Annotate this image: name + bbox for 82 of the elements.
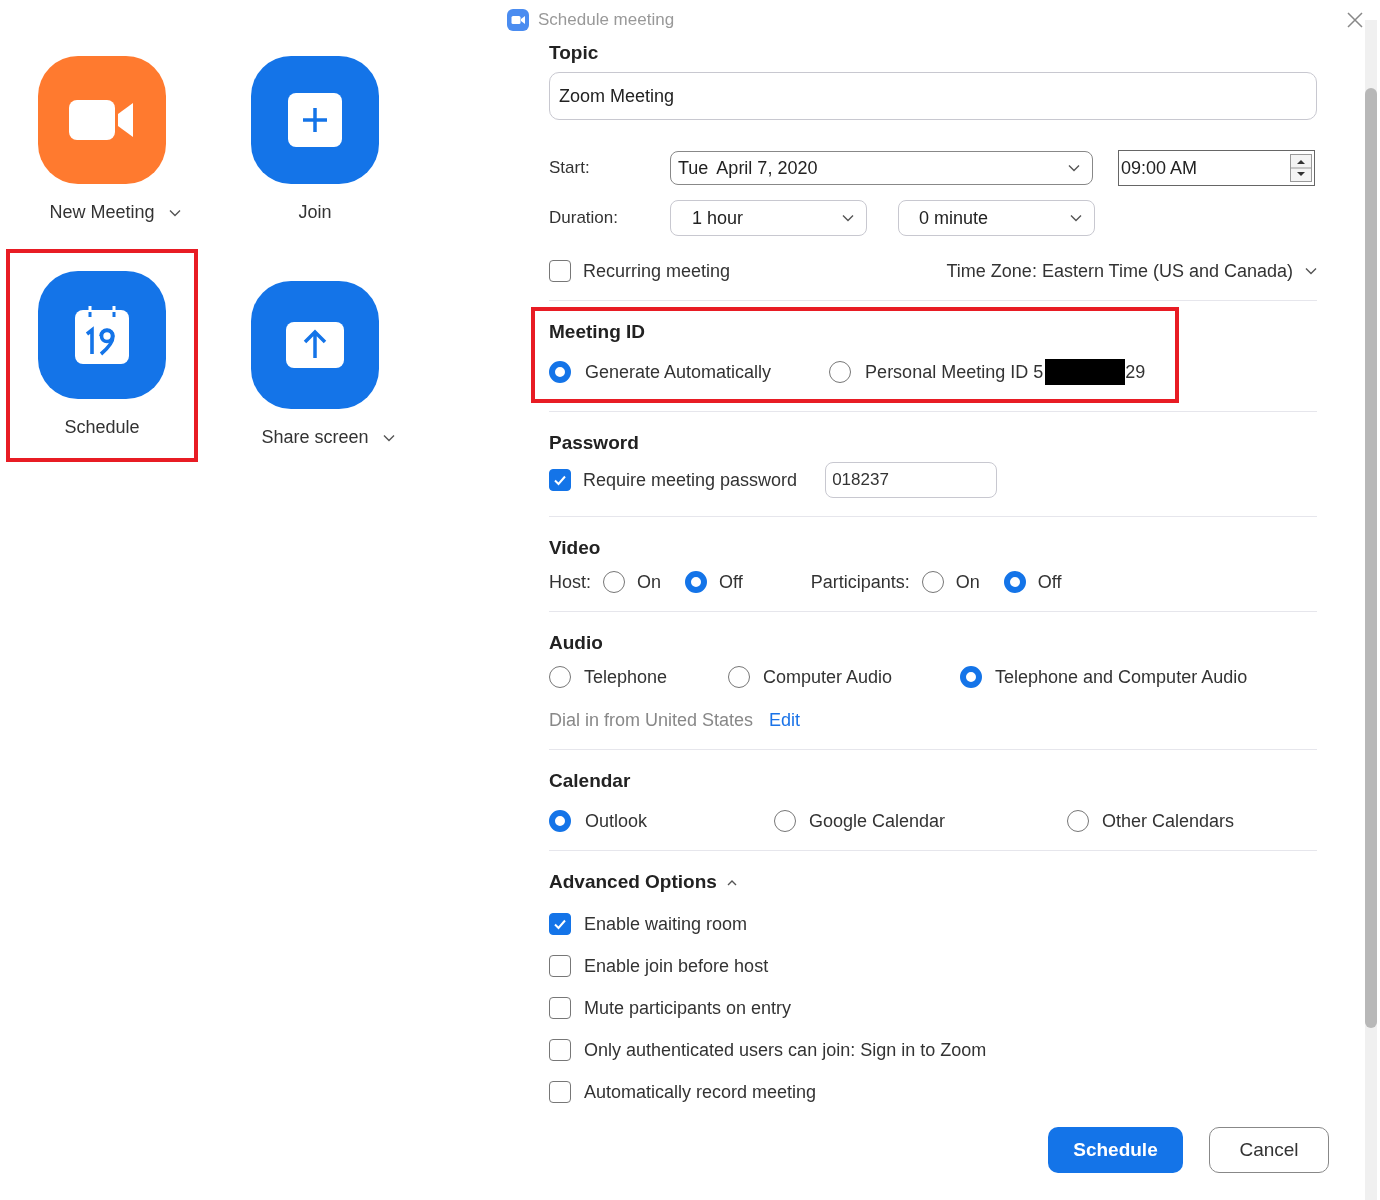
scrollbar[interactable]: [1365, 20, 1377, 1200]
section-title: Meeting ID: [549, 321, 647, 343]
tile-label: New Meeting: [49, 202, 155, 223]
dial-in-text: Dial in from United States: [549, 710, 754, 731]
radio-button[interactable]: [1003, 571, 1026, 593]
radio-button[interactable]: [1067, 810, 1089, 832]
radio-label: Personal Meeting ID 5: [865, 361, 1044, 383]
hours-dropdown[interactable]: 1 hour: [670, 200, 867, 236]
password-field[interactable]: 018237: [825, 462, 998, 498]
radio-label: Generate Automatically: [585, 361, 772, 383]
field-label: Start:: [549, 158, 591, 178]
schedule-button[interactable]: [38, 271, 166, 399]
camera-icon: [507, 9, 529, 31]
field-label: Host:: [549, 571, 591, 593]
field-label: Participants:: [810, 571, 910, 593]
chevron-down-icon: [1070, 214, 1082, 222]
time-zone-dropdown[interactable]: Time Zone: Eastern Time (US and Canada): [946, 260, 1293, 282]
radio-button[interactable]: [603, 571, 625, 593]
checkbox[interactable]: [549, 469, 571, 491]
topic-field[interactable]: Zoom Meeting: [549, 72, 1317, 120]
chevron-down-icon: [842, 214, 854, 222]
radio-label: Off: [719, 571, 743, 593]
schedule-button[interactable]: Schedule: [1048, 1127, 1183, 1173]
join-button[interactable]: [251, 56, 379, 184]
tile-label: Join: [298, 202, 332, 223]
radio-button[interactable]: [921, 571, 944, 593]
radio-label: Computer Audio: [763, 666, 893, 688]
cancel-button[interactable]: Cancel: [1209, 1127, 1329, 1173]
checkbox-label: Mute participants on entry: [584, 997, 792, 1019]
checkbox[interactable]: [549, 1081, 571, 1103]
radio-button[interactable]: [728, 666, 750, 688]
minutes-dropdown[interactable]: 0 minute: [898, 200, 1095, 236]
radio-label: 29: [1125, 361, 1146, 383]
radio-label: Telephone: [584, 666, 668, 688]
video-camera-icon: [69, 100, 135, 140]
checkbox-label: Only authenticated users can join: Sign in to Zoom: [584, 1039, 987, 1061]
section-title: Password: [549, 432, 640, 454]
radio-label: Off: [1037, 571, 1062, 593]
share-screen-button[interactable]: [251, 281, 379, 409]
checkbox-label: Automatically record meeting: [584, 1081, 817, 1103]
calendar-icon: [75, 306, 129, 364]
window-title: Schedule meeting: [538, 10, 675, 30]
checkbox-label: Recurring meeting: [583, 260, 731, 282]
section-title: Topic: [549, 42, 600, 64]
radio-button[interactable]: [549, 666, 571, 688]
tile-label: Schedule: [64, 417, 140, 438]
section-title: Calendar: [549, 770, 632, 792]
radio-button[interactable]: [549, 810, 571, 832]
checkbox[interactable]: [549, 955, 571, 977]
tile-label: Share screen: [261, 427, 369, 448]
checkbox[interactable]: [549, 997, 571, 1019]
checkbox-label: Enable join before host: [584, 955, 769, 977]
checkbox-label: Require meeting password: [583, 469, 798, 491]
radio-label: On: [955, 571, 980, 593]
chevron-down-icon: [1068, 164, 1080, 172]
checkbox[interactable]: [549, 260, 571, 282]
plus-icon: [288, 93, 342, 147]
radio-label: Other Calendars: [1102, 810, 1235, 832]
chevron-down-icon: [1305, 267, 1317, 275]
new-meeting-button[interactable]: [38, 56, 166, 184]
chevron-up-icon[interactable]: [726, 878, 737, 886]
field-label: Duration:: [549, 208, 619, 228]
checkbox[interactable]: [549, 1039, 571, 1061]
radio-label: Outlook: [585, 810, 648, 832]
date-dropdown[interactable]: Tue April 7, 2020: [670, 151, 1093, 185]
radio-label: Google Calendar: [809, 810, 946, 832]
radio-button[interactable]: [960, 666, 982, 688]
time-field[interactable]: 09:00 AM: [1118, 150, 1315, 186]
section-title: Audio: [549, 632, 604, 654]
radio-label: On: [637, 571, 662, 593]
radio-label: Telephone and Computer Audio: [995, 666, 1248, 688]
checkbox-label: Enable waiting room: [584, 913, 748, 935]
section-title: Advanced Options: [549, 871, 717, 893]
checkbox[interactable]: [549, 913, 571, 935]
spinner-icon[interactable]: [1290, 154, 1312, 182]
radio-button[interactable]: [829, 361, 852, 383]
section-title: Video: [549, 537, 602, 559]
radio-button[interactable]: [774, 810, 796, 832]
edit-link[interactable]: Edit: [769, 710, 801, 731]
close-icon[interactable]: [1346, 11, 1364, 29]
radio-button[interactable]: [549, 361, 571, 383]
radio-button[interactable]: [685, 571, 708, 593]
